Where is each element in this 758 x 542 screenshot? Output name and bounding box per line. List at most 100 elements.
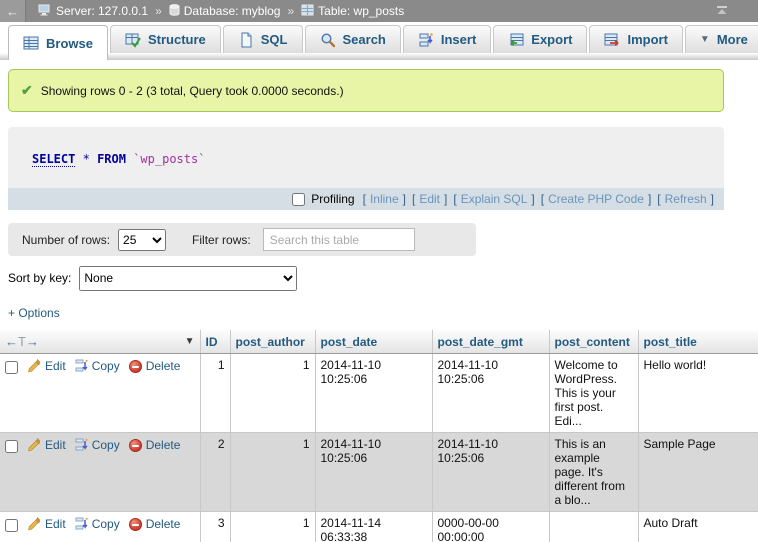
- delete-icon: [129, 518, 142, 531]
- edit-query-link[interactable]: Edit: [419, 192, 440, 206]
- profiling-label[interactable]: Profiling: [311, 192, 354, 206]
- filter-rows-input[interactable]: [263, 228, 415, 251]
- sql-icon: [238, 32, 254, 48]
- sql-keyword-from: FROM: [97, 152, 126, 166]
- cell-id: 2: [200, 433, 230, 512]
- bracket: [: [363, 192, 366, 206]
- refresh-link[interactable]: Refresh: [665, 192, 707, 206]
- breadcrumb-bar: ← Server: 127.0.0.1 » Database: myblog »…: [0, 0, 758, 22]
- breadcrumb-server-label: Server: 127.0.0.1: [56, 4, 148, 18]
- delete-row-link[interactable]: Delete: [129, 438, 181, 452]
- filter-rows-label: Filter rows:: [192, 233, 251, 247]
- edit-row-link[interactable]: Edit: [27, 359, 66, 373]
- tab-more-label: More: [717, 32, 748, 47]
- tab-sql[interactable]: SQL: [223, 25, 303, 53]
- delete-row-link[interactable]: Delete: [129, 517, 181, 531]
- tab-export[interactable]: Export: [493, 25, 587, 53]
- collapse-top-icon[interactable]: [714, 2, 730, 21]
- bracket: [: [453, 192, 456, 206]
- bracket: [: [412, 192, 415, 206]
- search-icon: [320, 32, 336, 48]
- cell-post-date-gmt: 2014-11-10 10:25:06: [432, 354, 549, 433]
- copy-row-link[interactable]: Copy: [75, 517, 120, 531]
- cell-post-date: 2014-11-10 10:25:06: [315, 354, 432, 433]
- column-header-id[interactable]: ID: [200, 330, 230, 354]
- column-header-post-author[interactable]: post_author: [230, 330, 315, 354]
- edit-row-link[interactable]: Edit: [27, 517, 66, 531]
- bracket: [: [541, 192, 544, 206]
- tab-search-label: Search: [343, 32, 386, 47]
- tab-import-label: Import: [627, 32, 667, 47]
- table-row: Edit Copy Delete 3 1 2014-11-14 06:33:38…: [0, 512, 758, 542]
- inline-link[interactable]: Inline: [370, 192, 399, 206]
- copy-icon: [75, 517, 88, 531]
- breadcrumb-database[interactable]: Database: myblog: [169, 4, 281, 19]
- profiling-checkbox[interactable]: [292, 193, 305, 206]
- query-box: SELECT * FROM `wp_posts` Profiling [ Inl…: [8, 127, 724, 210]
- sort-by-key-select[interactable]: None: [79, 266, 297, 291]
- bracket: ]: [531, 192, 534, 206]
- row-checkbox[interactable]: [5, 440, 18, 453]
- pencil-icon: [27, 438, 41, 452]
- result-controls-bar: Number of rows: 25 Filter rows:: [8, 223, 476, 256]
- edit-row-link[interactable]: Edit: [27, 438, 66, 452]
- breadcrumb-database-label: Database: myblog: [184, 4, 281, 18]
- bracket: ]: [403, 192, 406, 206]
- tab-insert[interactable]: Insert: [403, 25, 491, 53]
- structure-icon: [125, 32, 141, 48]
- number-of-rows-select[interactable]: 25: [118, 229, 166, 251]
- create-php-code-link[interactable]: Create PHP Code: [548, 192, 644, 206]
- cell-post-author: 1: [230, 433, 315, 512]
- row-checkbox[interactable]: [5, 361, 18, 374]
- back-button[interactable]: ←: [0, 0, 26, 22]
- column-header-post-date-gmt[interactable]: post_date_gmt: [432, 330, 549, 354]
- cell-id: 1: [200, 354, 230, 433]
- tab-browse-label: Browse: [46, 36, 93, 51]
- column-header-post-content[interactable]: post_content: [549, 330, 638, 354]
- sort-row: Sort by key: None: [8, 265, 758, 291]
- tab-import[interactable]: Import: [589, 25, 682, 53]
- cell-post-content: Welcome to WordPress. This is your first…: [549, 354, 638, 433]
- tab-bar: Browse Structure SQL Search Insert: [0, 22, 758, 60]
- tab-browse[interactable]: Browse: [8, 25, 108, 60]
- sort-by-key-label: Sort by key:: [8, 271, 71, 285]
- sql-keyword-select: SELECT: [32, 152, 75, 167]
- success-message-text: Showing rows 0 - 2 (3 total, Query took …: [41, 84, 344, 98]
- copy-icon: [75, 359, 88, 373]
- tab-insert-label: Insert: [441, 32, 476, 47]
- tab-search[interactable]: Search: [305, 25, 401, 53]
- breadcrumb-table[interactable]: Table: wp_posts: [301, 4, 404, 19]
- column-header-post-date[interactable]: post_date: [315, 330, 432, 354]
- database-icon: [169, 4, 180, 19]
- pencil-icon: [27, 359, 41, 373]
- column-actions-dropdown-icon[interactable]: ▼: [185, 336, 195, 347]
- copy-row-link[interactable]: Copy: [75, 438, 120, 452]
- column-header-post-title[interactable]: post_title: [638, 330, 758, 354]
- bracket: [: [657, 192, 660, 206]
- tab-more[interactable]: ▼ More: [685, 25, 758, 53]
- options-toggle-link[interactable]: + Options: [8, 306, 60, 320]
- cell-post-content: [549, 512, 638, 542]
- transpose-control[interactable]: ←T→: [5, 334, 39, 349]
- chevron-down-icon: ▼: [700, 34, 710, 45]
- delete-row-link[interactable]: Delete: [129, 359, 181, 373]
- tab-sql-label: SQL: [261, 32, 288, 47]
- table-header-row: ←T→ ▼ ID post_author post_date post_date…: [0, 330, 758, 354]
- copy-row-link[interactable]: Copy: [75, 359, 120, 373]
- breadcrumb-table-label: Table: wp_posts: [318, 4, 404, 18]
- back-arrow-icon: ←: [6, 4, 19, 19]
- breadcrumb-server[interactable]: Server: 127.0.0.1: [38, 4, 148, 19]
- breadcrumb-separator: »: [287, 4, 294, 18]
- cell-post-title: Sample Page: [638, 433, 758, 512]
- row-checkbox[interactable]: [5, 519, 18, 532]
- cell-post-title: Auto Draft: [638, 512, 758, 542]
- import-icon: [604, 32, 620, 48]
- explain-sql-link[interactable]: Explain SQL: [461, 192, 528, 206]
- sql-query: SELECT * FROM `wp_posts`: [8, 127, 724, 188]
- copy-icon: [75, 438, 88, 452]
- pencil-icon: [27, 517, 41, 531]
- delete-icon: [129, 439, 142, 452]
- cell-post-date-gmt: 0000-00-00 00:00:00: [432, 512, 549, 542]
- sql-star: *: [83, 152, 90, 166]
- tab-structure[interactable]: Structure: [110, 25, 221, 53]
